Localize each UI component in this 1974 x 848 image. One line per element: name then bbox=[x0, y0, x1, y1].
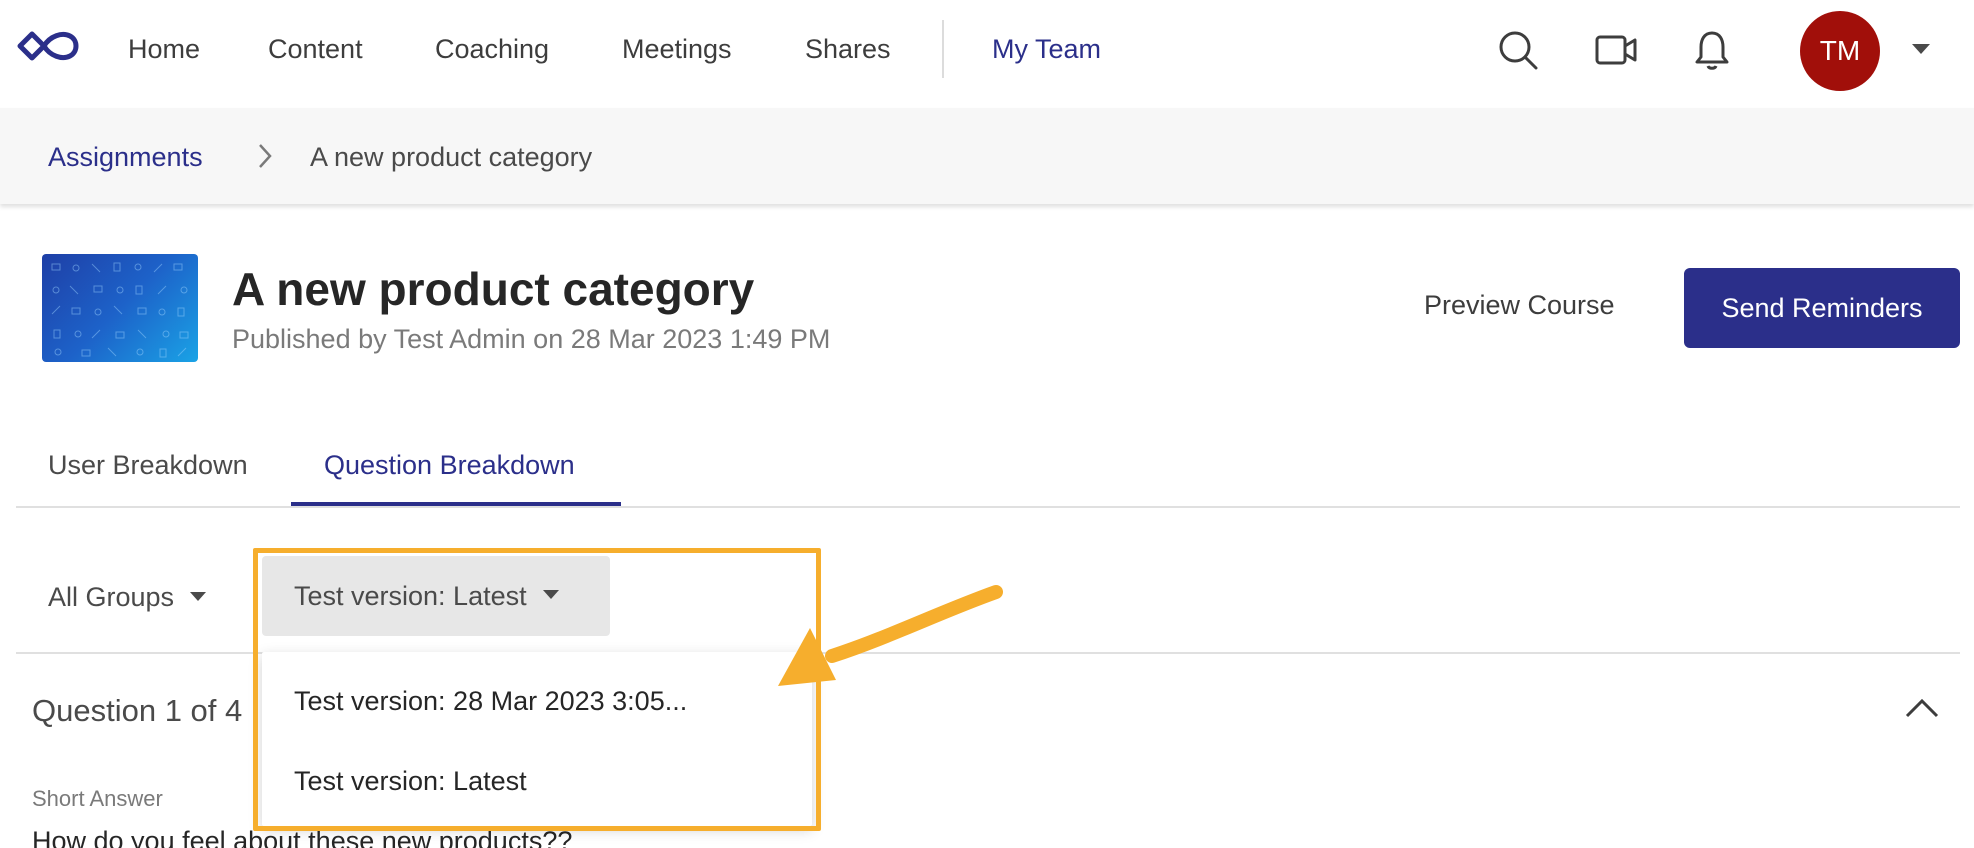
breadcrumb: Assignments A new product category bbox=[0, 108, 1974, 204]
tab-user-breakdown[interactable]: User Breakdown bbox=[48, 450, 248, 481]
logo-icon[interactable] bbox=[14, 26, 82, 66]
avatar[interactable]: TM bbox=[1800, 11, 1880, 91]
question-count: Question 1 of 4 bbox=[32, 693, 243, 728]
question-type: Short Answer bbox=[32, 786, 163, 811]
nav-home[interactable]: Home bbox=[128, 34, 200, 65]
nav-coaching[interactable]: Coaching bbox=[435, 34, 549, 65]
highlight-box bbox=[253, 548, 821, 831]
nav-content[interactable]: Content bbox=[268, 34, 363, 65]
bell-icon[interactable] bbox=[1690, 28, 1734, 72]
breadcrumb-assignments-link[interactable]: Assignments bbox=[48, 142, 203, 173]
page-title: A new product category bbox=[232, 263, 755, 315]
caret-down-icon bbox=[190, 592, 207, 602]
tab-question-breakdown[interactable]: Question Breakdown bbox=[324, 450, 575, 481]
nav-my-team[interactable]: My Team bbox=[992, 34, 1101, 65]
chevron-up-icon[interactable] bbox=[1904, 696, 1940, 720]
video-icon[interactable] bbox=[1594, 28, 1638, 72]
nav-shares[interactable]: Shares bbox=[805, 34, 891, 65]
avatar-initials: TM bbox=[1819, 35, 1861, 66]
search-icon[interactable] bbox=[1496, 28, 1540, 72]
groups-filter-label: All Groups bbox=[48, 582, 175, 612]
page-subtitle: Published by Test Admin on 28 Mar 2023 1… bbox=[232, 324, 831, 354]
course-thumbnail bbox=[42, 254, 198, 362]
breadcrumb-current: A new product category bbox=[310, 142, 593, 172]
groups-filter-dropdown[interactable]: All Groups bbox=[48, 582, 207, 613]
preview-course-button[interactable]: Preview Course bbox=[1424, 290, 1615, 321]
nav-meetings[interactable]: Meetings bbox=[622, 34, 732, 65]
pattern-icon bbox=[51, 262, 189, 358]
tabs-divider bbox=[16, 506, 1960, 508]
send-reminders-button[interactable]: Send Reminders bbox=[1684, 268, 1960, 348]
nav-divider bbox=[942, 20, 944, 78]
arrow-icon bbox=[778, 585, 1003, 686]
chevron-down-icon[interactable] bbox=[1912, 44, 1930, 54]
top-nav: Home Content Coaching Meetings Shares My… bbox=[0, 0, 1974, 102]
chevron-right-icon bbox=[259, 144, 272, 168]
send-reminders-label: Send Reminders bbox=[1721, 292, 1923, 323]
